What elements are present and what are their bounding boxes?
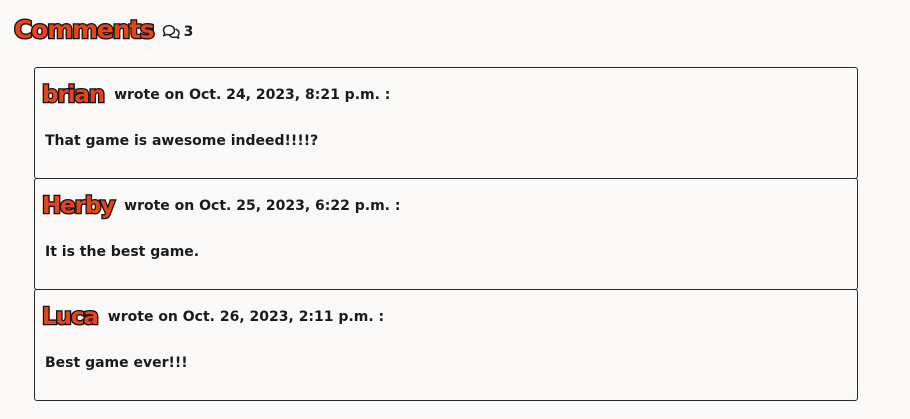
comments-list: brian wrote on Oct. 24, 2023, 8:21 p.m. …: [34, 67, 858, 401]
comment-card: brian wrote on Oct. 24, 2023, 8:21 p.m. …: [34, 67, 858, 179]
comment-header: Luca wrote on Oct. 26, 2023, 2:11 p.m. :: [41, 302, 385, 332]
comment-author[interactable]: brian: [41, 82, 107, 108]
comment-header: brian wrote on Oct. 24, 2023, 8:21 p.m. …: [41, 80, 391, 110]
comment-author[interactable]: Herby: [41, 193, 117, 219]
comment-body: Best game ever!!!: [45, 355, 188, 371]
comment-count: 3: [161, 24, 194, 40]
comment-card: Luca wrote on Oct. 26, 2023, 2:11 p.m. :…: [34, 289, 858, 401]
comment-body: It is the best game.: [45, 244, 200, 260]
comment-meta: wrote on Oct. 25, 2023, 6:22 p.m. :: [124, 198, 401, 214]
comment-meta: wrote on Oct. 24, 2023, 8:21 p.m. :: [114, 87, 391, 103]
comment-card: Herby wrote on Oct. 25, 2023, 6:22 p.m. …: [34, 178, 858, 290]
comment-author[interactable]: Luca: [41, 304, 100, 330]
comment-body: That game is awesome indeed!!!!?: [45, 133, 319, 149]
comment-header: Herby wrote on Oct. 25, 2023, 6:22 p.m. …: [41, 191, 401, 221]
comment-count-value: 3: [183, 24, 194, 40]
comment-meta: wrote on Oct. 26, 2023, 2:11 p.m. :: [107, 309, 385, 325]
comments-icon: [162, 24, 180, 39]
comments-title: Comments: [13, 14, 156, 44]
comments-header: Comments 3: [13, 11, 194, 47]
